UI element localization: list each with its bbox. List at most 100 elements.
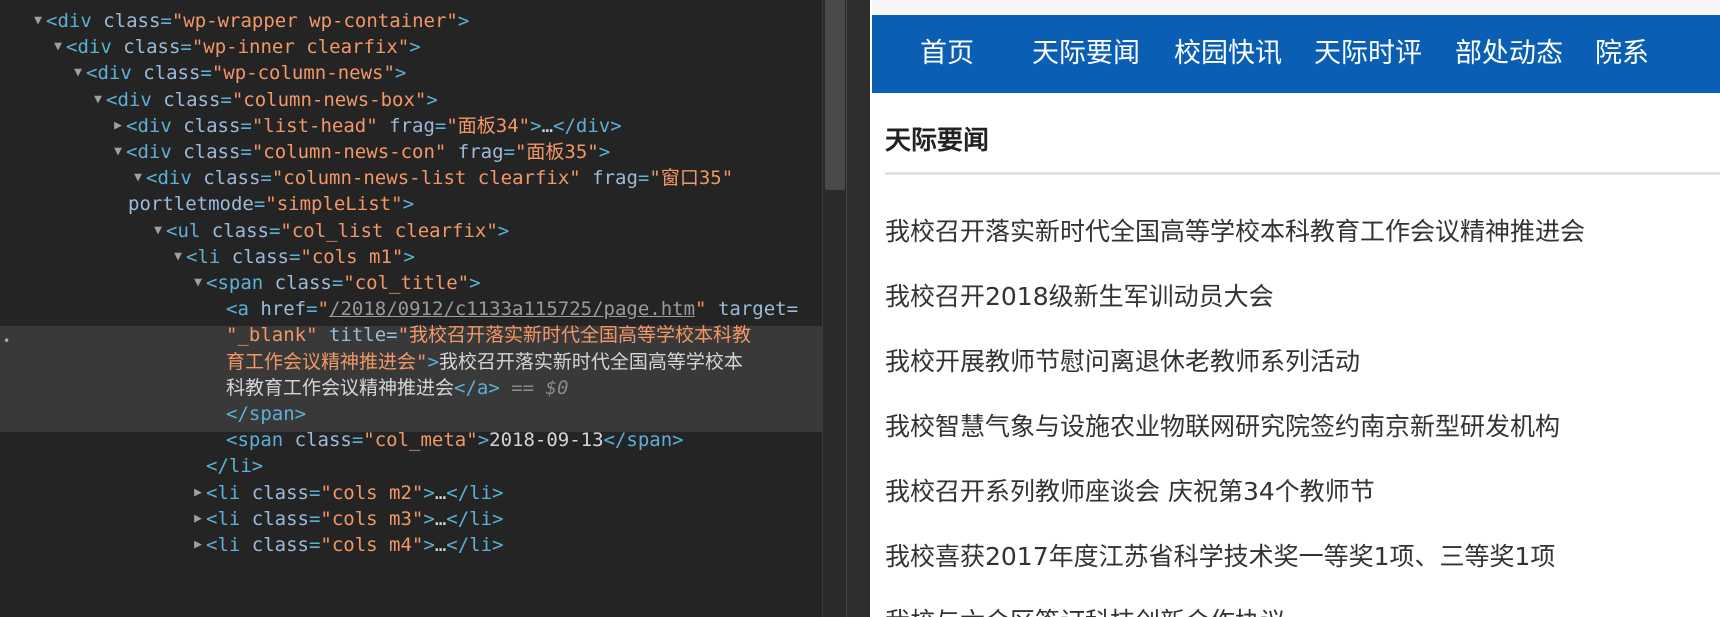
attr-eq: = <box>288 245 301 268</box>
panel-divider[interactable] <box>846 0 870 617</box>
tag-name: <a <box>226 298 249 321</box>
dom-node-row[interactable]: ▼ <ul class="col_list clearfix"> <box>150 218 509 244</box>
dom-node-row[interactable]: ▶ <li class="cols m3">…</li> <box>190 506 503 532</box>
expand-right-icon[interactable]: ▶ <box>190 532 206 558</box>
collapsed-ellipsis: … <box>434 481 447 504</box>
expand-down-icon[interactable]: ▼ <box>150 218 166 244</box>
closing-tag: </span> <box>226 403 307 425</box>
dom-node-row[interactable]: </li> <box>206 453 263 479</box>
dom-node-row[interactable]: 育工作会议精神推进会">我校召开落实新时代全国高等学校本 <box>226 349 743 375</box>
dom-node-row[interactable]: "_blank" title="我校召开落实新时代全国高等学校本科教 <box>226 322 751 348</box>
tag-bracket: > <box>426 88 438 111</box>
attr-name: class <box>91 10 161 32</box>
node-text: 我校召开落实新时代全国高等学校本 <box>438 350 743 373</box>
nav-item-news[interactable]: 天际要闻 <box>1032 37 1140 71</box>
news-link[interactable]: 我校召开落实新时代全国高等学校本科教育工作会议精神推进会 <box>885 212 1585 248</box>
attr-quote: " <box>695 298 707 321</box>
expand-down-icon[interactable]: ▼ <box>90 87 106 113</box>
expand-down-icon[interactable]: ▼ <box>50 34 66 60</box>
href-link[interactable]: /2018/0912/c1133a115725/page.htm <box>329 298 695 320</box>
devtools-scrollbar-thumb[interactable] <box>825 0 845 190</box>
attr-value: "cols m2" <box>320 481 424 504</box>
expand-right-icon[interactable]: ▶ <box>190 506 206 532</box>
closing-tag: </li> <box>446 481 504 504</box>
nav-item-home[interactable]: 首页 <box>920 37 974 71</box>
news-link[interactable]: 我校召开2018级新生军训动员大会 <box>885 277 1274 313</box>
node-text: 科教育工作会议精神推进会 <box>226 376 455 399</box>
section-title: 天际要闻 <box>885 126 990 156</box>
attr-name: target= <box>706 298 799 321</box>
dom-node-row[interactable]: ▼ <div class="wp-column-news"> <box>70 60 406 86</box>
expand-down-icon[interactable]: ▼ <box>190 270 206 296</box>
devtools-elements-panel[interactable]: • ▼ <div class="wp-wrapper wp-container">… <box>0 0 870 617</box>
attr-eq: = <box>434 114 447 137</box>
nav-item-campus[interactable]: 校园快讯 <box>1174 37 1282 71</box>
main-nav-bar: 首页 天际要闻 校园快讯 天际时评 部处动态 院系 <box>872 15 1720 93</box>
expand-right-icon[interactable]: ▶ <box>110 113 126 139</box>
attr-name: class <box>283 429 352 452</box>
attr-eq: = <box>268 219 281 242</box>
dom-node-row[interactable]: ▼ <div class="wp-inner clearfix"> <box>50 34 421 60</box>
collapsed-ellipsis: … <box>434 507 447 530</box>
dom-node-row[interactable]: ▼ <div class="column-news-con" frag="面板35… <box>110 139 610 165</box>
expand-down-icon[interactable]: ▼ <box>70 60 86 86</box>
news-link[interactable]: 我校开展教师节慰问离退休老教师系列活动 <box>885 342 1360 378</box>
dom-node-row[interactable]: </span> <box>226 401 306 427</box>
tag-bracket: > <box>423 534 435 556</box>
closing-tag: </li> <box>446 534 504 556</box>
attr-name: class <box>240 507 309 530</box>
attr-eq: = <box>308 507 321 530</box>
dom-node-row[interactable]: ▼ <li class="cols m1"> <box>170 244 415 270</box>
tag-name: <div <box>146 167 192 190</box>
dom-node-row[interactable]: ▶ <div class="list-head" frag="面板34">…</d… <box>110 113 622 139</box>
attr-eq: = <box>331 272 344 294</box>
expand-right-icon[interactable]: ▶ <box>190 480 206 506</box>
attr-value: "col_meta" <box>363 429 478 452</box>
dom-node-row[interactable]: portletmode="simpleList"> <box>128 191 414 217</box>
dom-node-row[interactable]: ▼ <div class="column-news-list clearfix" … <box>130 165 733 191</box>
devtools-scrollbar[interactable] <box>822 0 846 617</box>
attr-eq: = <box>351 429 364 452</box>
expand-down-icon[interactable]: ▼ <box>30 8 46 34</box>
dom-node-row[interactable]: 科教育工作会议精神推进会</a> == $0 <box>226 375 568 401</box>
expand-down-icon[interactable]: ▼ <box>110 139 126 165</box>
dom-node-row[interactable]: <span class="col_meta">2018-09-13</span> <box>226 427 684 453</box>
tag-bracket: > <box>457 10 470 32</box>
expand-down-icon[interactable]: ▼ <box>130 165 146 191</box>
news-link[interactable]: 我校召开系列教师座谈会 庆祝第34个教师节 <box>885 472 1375 508</box>
attr-name: frag <box>377 114 435 137</box>
attr-name: class <box>131 62 201 85</box>
nav-item-dept[interactable]: 部处动态 <box>1455 37 1563 71</box>
closing-tag: </div> <box>553 114 622 137</box>
nav-item-faculty[interactable]: 院系 <box>1595 37 1649 71</box>
tag-bracket: > <box>423 481 435 504</box>
attr-value: "column-news-box" <box>231 88 427 111</box>
news-link[interactable]: 我校与六合区签订科技创新合作协议 <box>885 602 1285 617</box>
expand-down-icon[interactable]: ▼ <box>170 244 186 270</box>
nav-item-comment[interactable]: 天际时评 <box>1314 37 1422 71</box>
attr-name: class <box>220 245 289 268</box>
tag-name: <div <box>66 36 112 59</box>
console-ref: == $0 <box>499 376 569 399</box>
tag-bracket: > <box>469 272 481 294</box>
news-link[interactable]: 我校智慧气象与设施农业物联网研究院签约南京新型研发机构 <box>885 407 1560 443</box>
dom-node-row[interactable]: ▼ <div class="wp-wrapper wp-container"> <box>30 8 469 34</box>
dom-node-row[interactable]: ▼ <span class="col_title"> <box>190 270 481 296</box>
attr-value: "我校召开落实新时代全国高等学校本科教 <box>397 324 752 347</box>
attr-eq: = <box>637 167 650 190</box>
tag-bracket: > <box>403 245 415 268</box>
tag-name: <div <box>126 141 172 163</box>
tag-name: <li <box>186 245 221 268</box>
tag-name: <span <box>206 272 264 294</box>
attr-value: "simpleList" <box>265 193 403 216</box>
attr-eq: = <box>253 193 266 216</box>
closing-tag: </li> <box>446 507 504 530</box>
attr-name: class <box>263 272 332 294</box>
news-link[interactable]: 我校喜获2017年度江苏省科学技术奖一等奖1项、三等奖1项 <box>885 537 1555 573</box>
dom-node-row[interactable]: ▶ <li class="cols m4">…</li> <box>190 532 503 558</box>
attr-eq: = <box>180 36 192 59</box>
dom-node-row[interactable]: ▼ <div class="column-news-box"> <box>90 87 438 113</box>
attr-value: "面板34" <box>446 114 531 137</box>
dom-node-row[interactable]: ▶ <li class="cols m2">…</li> <box>190 480 503 506</box>
dom-node-row[interactable]: <a href="/2018/0912/c1133a115725/page.ht… <box>226 296 798 322</box>
